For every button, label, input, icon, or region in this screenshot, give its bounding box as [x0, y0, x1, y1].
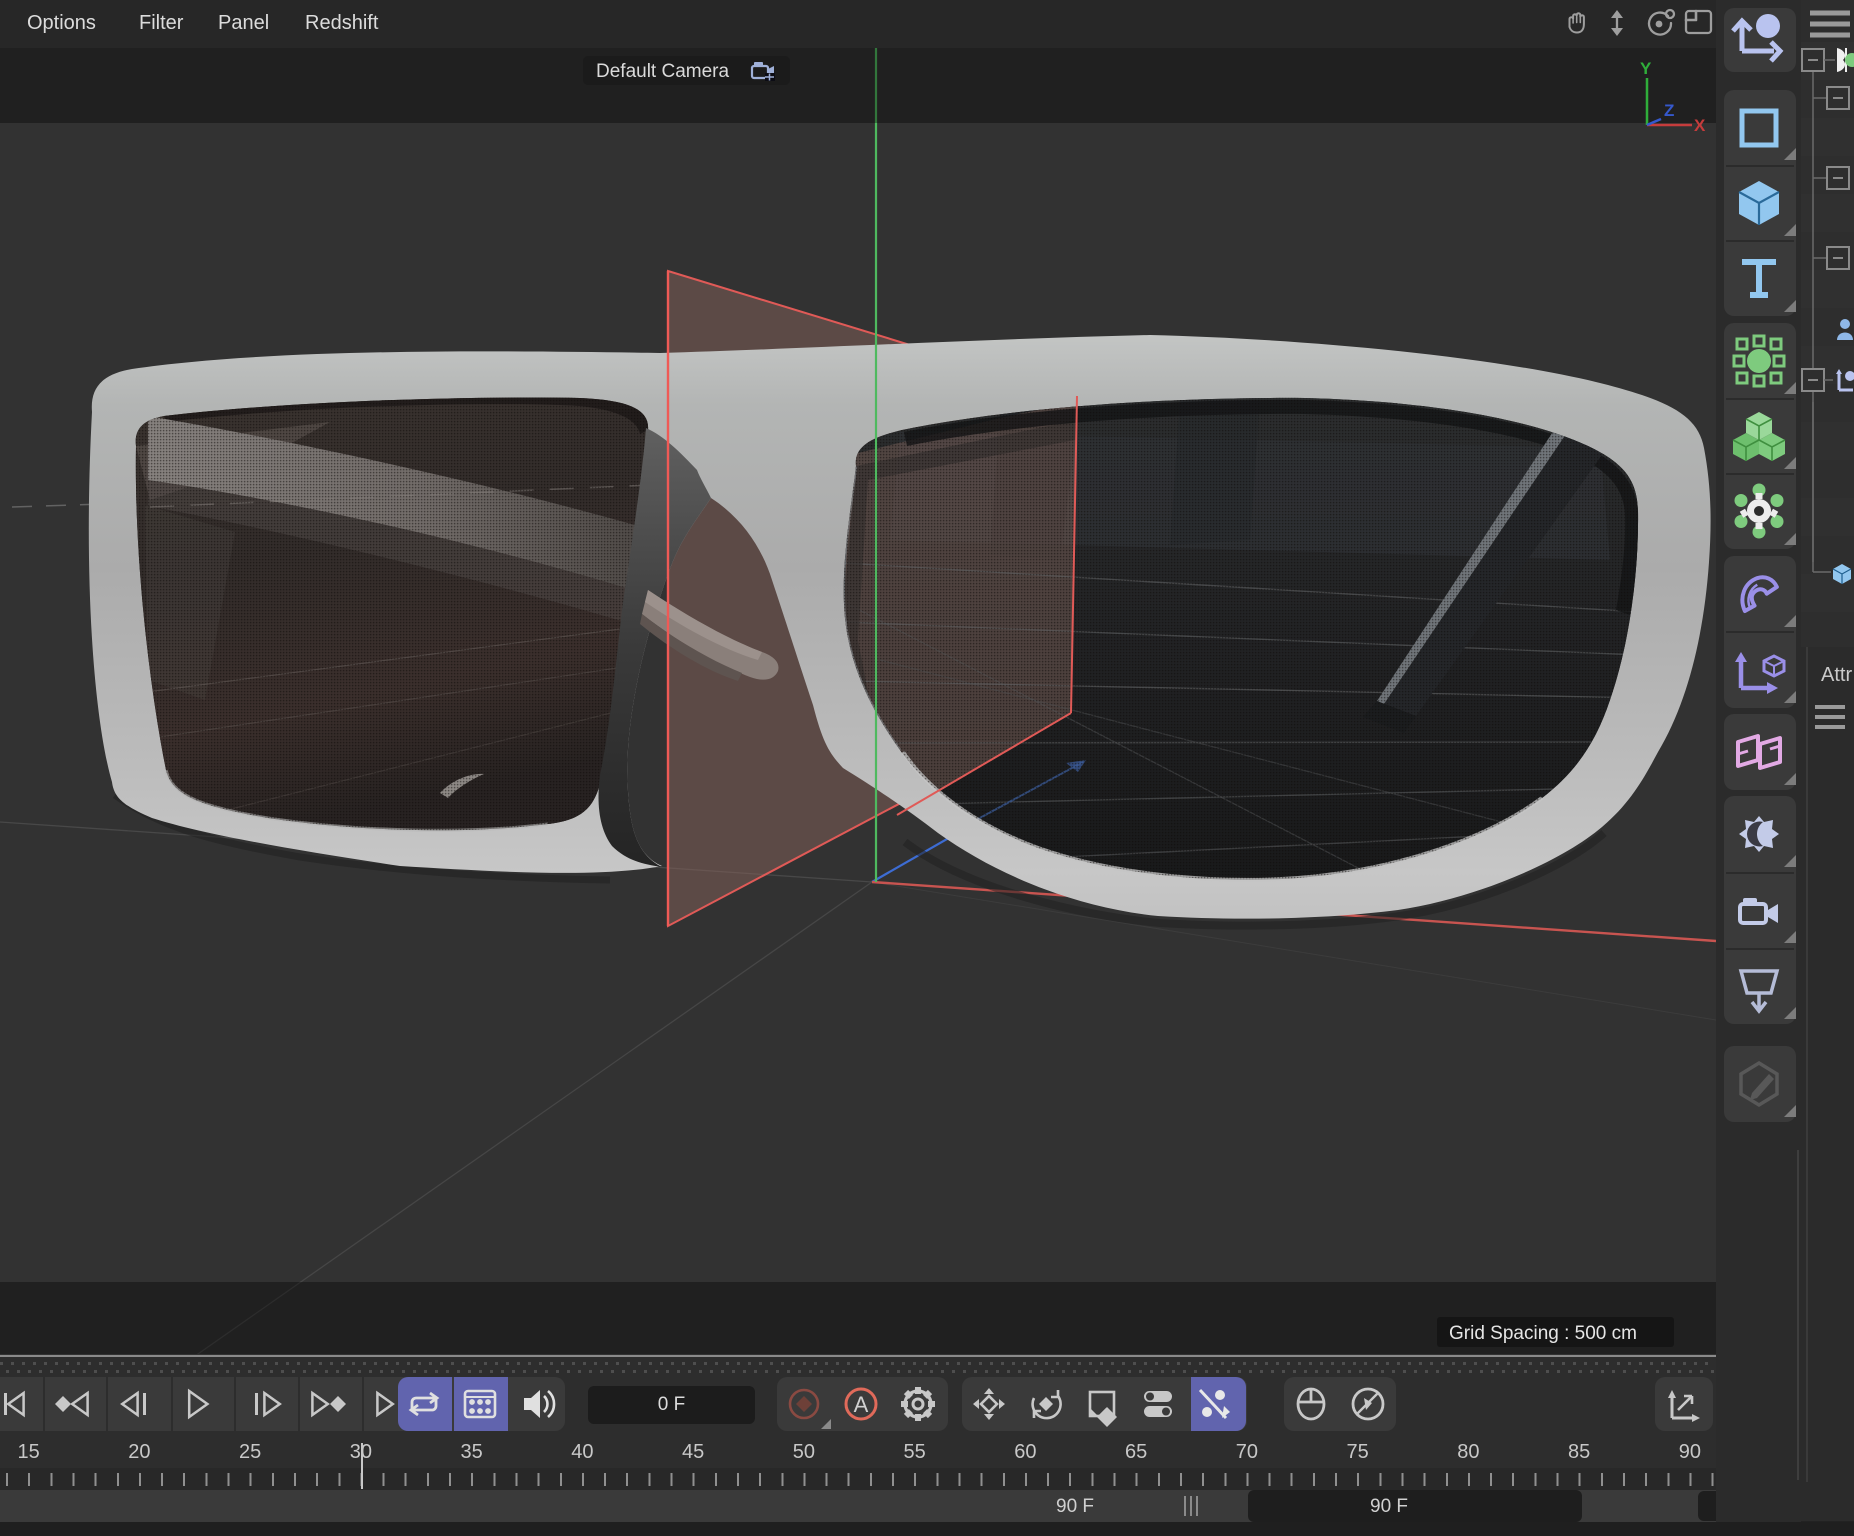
svg-text:A: A [854, 1392, 869, 1417]
svg-text:Z: Z [1664, 101, 1674, 120]
svg-text:Grid Spacing : 500 cm: Grid Spacing : 500 cm [1449, 1323, 1637, 1344]
svg-text:Y: Y [1640, 59, 1652, 78]
svg-text:Attr: Attr [1821, 664, 1852, 686]
svg-text:X: X [1694, 116, 1706, 135]
svg-text:Default Camera: Default Camera [596, 61, 729, 82]
